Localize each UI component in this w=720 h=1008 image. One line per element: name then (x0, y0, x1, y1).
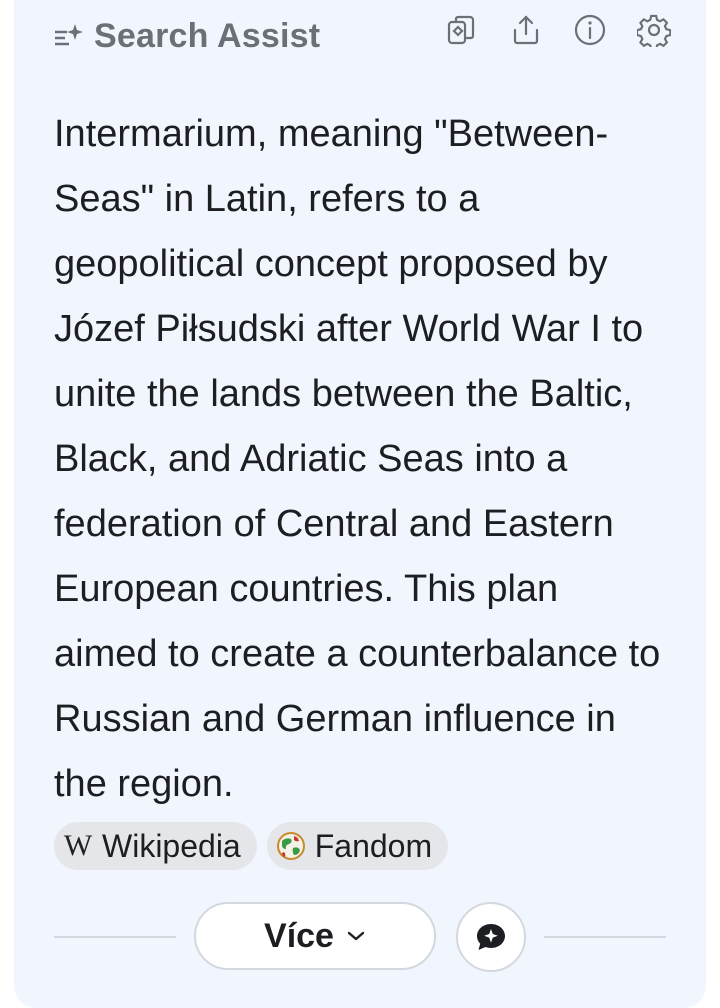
divider-left (54, 936, 176, 938)
more-button-label: Více (264, 916, 334, 955)
assist-sparkle-icon (52, 20, 84, 52)
source-chip-wikipedia[interactable]: W Wikipedia (54, 822, 257, 870)
chat-icon (474, 920, 508, 954)
header-actions (444, 12, 672, 48)
chevron-down-icon (346, 929, 366, 943)
search-assist-header: Search Assist (52, 14, 320, 58)
copy-icon[interactable] (444, 12, 480, 48)
settings-icon[interactable] (636, 12, 672, 48)
search-assist-title: Search Assist (94, 16, 321, 55)
info-icon[interactable] (572, 12, 608, 48)
source-label: Wikipedia (102, 827, 241, 864)
wikipedia-icon: W (63, 829, 93, 862)
chat-button[interactable] (456, 902, 526, 972)
share-icon[interactable] (508, 12, 544, 48)
source-label: Fandom (314, 827, 433, 864)
answer-text: Intermarium, meaning "Between-Seas" in L… (54, 113, 661, 805)
divider-right (544, 936, 666, 938)
source-chip-fandom[interactable]: Fandom (266, 822, 449, 870)
fandom-icon (273, 828, 309, 864)
more-button[interactable]: Více (194, 902, 436, 970)
source-chips: W Wikipedia Fandom (54, 822, 449, 870)
